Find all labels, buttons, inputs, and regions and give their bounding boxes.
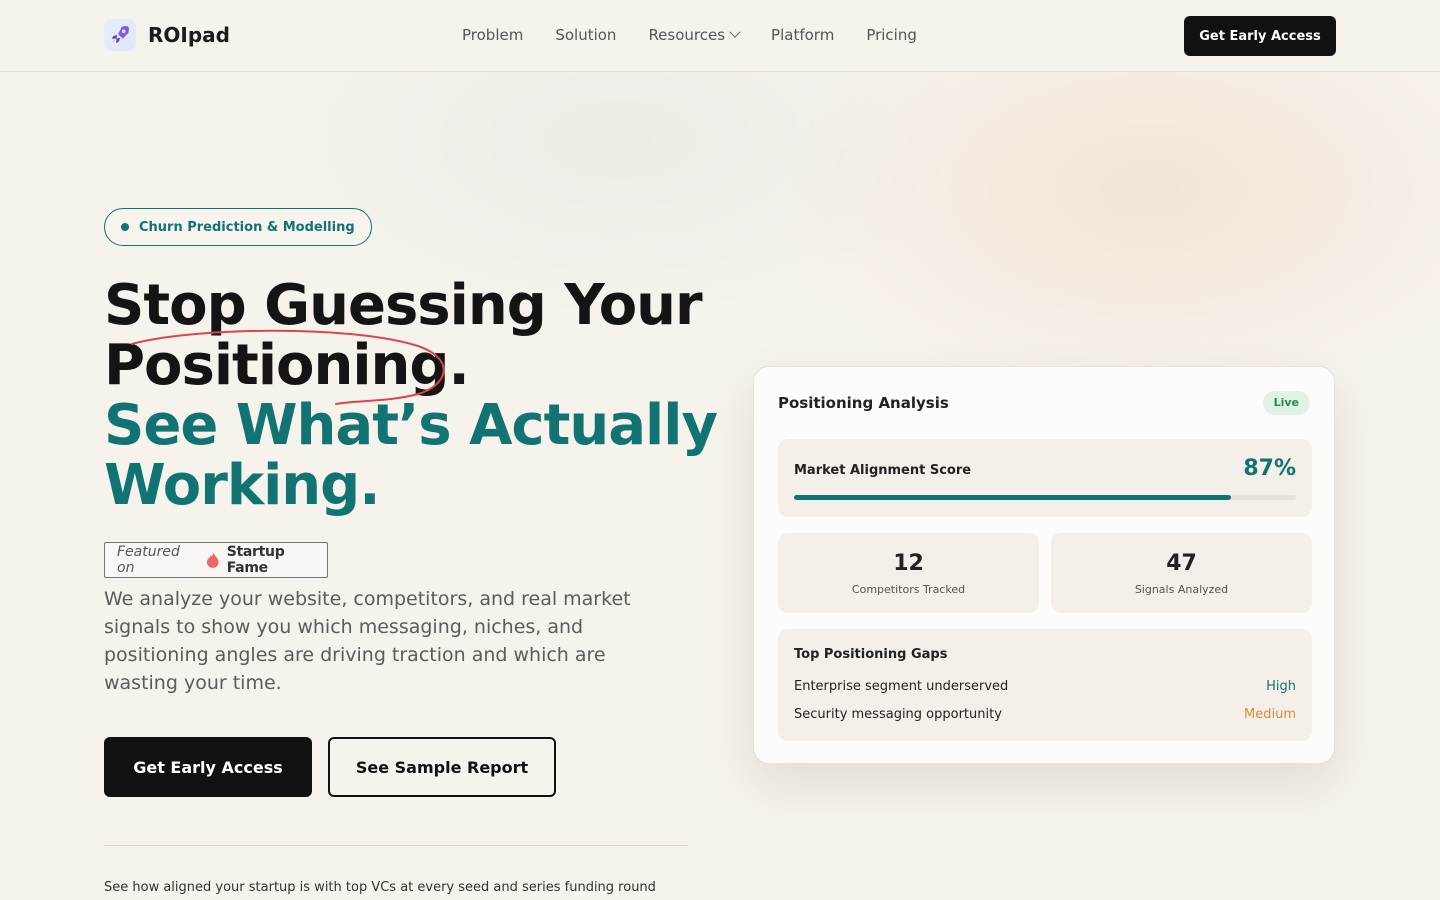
- stat-value: 47: [1166, 551, 1197, 576]
- headline-line-4: Working.: [104, 453, 381, 518]
- score-progress-track: [794, 495, 1296, 500]
- score-value: 87%: [1243, 456, 1296, 481]
- stat-value: 12: [893, 551, 924, 576]
- nav-link-platform[interactable]: Platform: [771, 26, 834, 44]
- stat-signals-analyzed: 47 Signals Analyzed: [1051, 533, 1312, 613]
- top-navigation-bar: ROIpad Problem Solution Resources Platfo…: [0, 0, 1440, 72]
- stat-competitors-tracked: 12 Competitors Tracked: [778, 533, 1039, 613]
- flame-icon: [207, 552, 219, 568]
- gaps-title: Top Positioning Gaps: [794, 647, 948, 662]
- featured-prefix: Featured on: [117, 544, 180, 576]
- stat-label: Competitors Tracked: [851, 583, 966, 596]
- main-nav: Problem Solution Resources Platform Pric…: [462, 26, 917, 44]
- gap-label: Enterprise segment underserved: [794, 679, 1009, 694]
- gap-label: Security messaging opportunity: [794, 707, 1002, 722]
- nav-get-early-access-button[interactable]: Get Early Access: [1184, 16, 1336, 56]
- score-progress-fill: [794, 495, 1231, 500]
- nav-link-problem[interactable]: Problem: [462, 26, 523, 44]
- live-status-badge: Live: [1262, 391, 1310, 415]
- pill-label: Churn Prediction & Modelling: [139, 219, 355, 235]
- scribble-circle-decoration: [131, 329, 445, 405]
- positioning-analysis-card: Positioning Analysis Live Market Alignme…: [753, 366, 1335, 764]
- featured-brand-name: Startup Fame: [226, 544, 285, 576]
- pill-dot-icon: [121, 223, 129, 231]
- gap-row: Enterprise segment underserved High: [794, 679, 1296, 694]
- nav-link-resources-label: Resources: [648, 26, 726, 44]
- market-alignment-panel: Market Alignment Score 87%: [778, 439, 1312, 517]
- see-sample-report-button[interactable]: See Sample Report: [328, 737, 556, 797]
- chevron-down-icon: [729, 26, 741, 38]
- rocket-icon: [104, 19, 136, 51]
- nav-link-pricing[interactable]: Pricing: [866, 26, 917, 44]
- nav-link-solution[interactable]: Solution: [555, 26, 616, 44]
- featured-on-badge[interactable]: Featured on Startup Fame: [104, 542, 328, 578]
- hero-description: We analyze your website, competitors, an…: [104, 588, 631, 694]
- nav-link-resources[interactable]: Resources: [648, 26, 741, 44]
- vc-alignment-note: See how aligned your startup is with top…: [104, 880, 656, 895]
- brand-logo[interactable]: ROIpad: [104, 19, 230, 51]
- score-label: Market Alignment Score: [794, 463, 972, 478]
- gap-level-high: High: [1266, 679, 1296, 694]
- category-pill: Churn Prediction & Modelling: [104, 208, 372, 246]
- gap-row: Security messaging opportunity Medium: [794, 707, 1296, 722]
- section-divider: [104, 845, 688, 846]
- gap-level-medium: Medium: [1244, 707, 1296, 722]
- card-title: Positioning Analysis: [778, 394, 949, 412]
- brand-name: ROIpad: [148, 23, 230, 47]
- get-early-access-button[interactable]: Get Early Access: [104, 737, 312, 797]
- positioning-gaps-panel: Top Positioning Gaps Enterprise segment …: [778, 629, 1312, 741]
- stat-label: Signals Analyzed: [1134, 583, 1229, 596]
